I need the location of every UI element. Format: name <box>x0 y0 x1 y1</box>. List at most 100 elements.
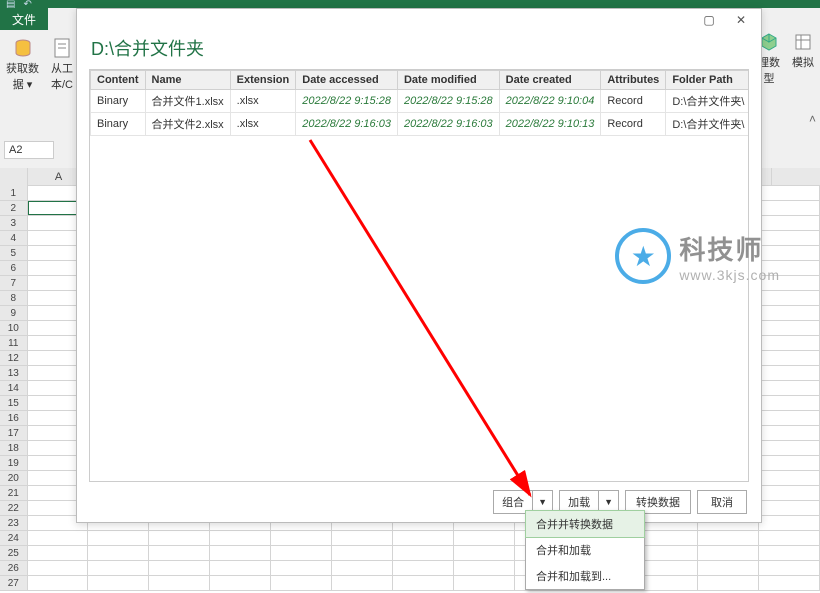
column-header[interactable]: Date accessed <box>296 71 398 90</box>
row-header[interactable]: 15 <box>0 396 28 410</box>
row-header[interactable]: 25 <box>0 546 28 560</box>
cell[interactable] <box>210 561 271 575</box>
cell[interactable] <box>759 576 820 590</box>
cell[interactable] <box>28 546 89 560</box>
row-header[interactable]: 17 <box>0 426 28 440</box>
cell[interactable] <box>393 546 454 560</box>
row-header[interactable]: 1 <box>0 186 28 200</box>
row-header[interactable]: 9 <box>0 306 28 320</box>
cell[interactable] <box>759 426 820 440</box>
cell[interactable] <box>759 306 820 320</box>
cell[interactable] <box>759 411 820 425</box>
column-header[interactable]: Attributes <box>601 71 666 90</box>
cell[interactable] <box>759 201 820 215</box>
cell[interactable] <box>393 531 454 545</box>
chevron-down-icon[interactable]: ▼ <box>599 494 618 510</box>
menu-item-combine-load-to[interactable]: 合并和加载到... <box>526 563 644 589</box>
cell[interactable] <box>759 546 820 560</box>
cell[interactable] <box>271 546 332 560</box>
menu-item-combine-transform[interactable]: 合并并转换数据 <box>525 510 645 538</box>
cell[interactable] <box>88 561 149 575</box>
cell[interactable] <box>28 531 89 545</box>
cell[interactable] <box>759 516 820 530</box>
row-header[interactable]: 3 <box>0 216 28 230</box>
cell[interactable] <box>332 576 393 590</box>
from-text-button[interactable]: 从工 本/C <box>49 36 75 94</box>
cell[interactable] <box>759 501 820 515</box>
column-header[interactable]: Date modified <box>397 71 499 90</box>
cell[interactable] <box>454 561 515 575</box>
what-if-button[interactable]: 模拟 <box>790 30 816 88</box>
row-header[interactable]: 8 <box>0 291 28 305</box>
cell[interactable] <box>149 561 210 575</box>
table-row[interactable]: Binary合并文件1.xlsx.xlsx2022/8/22 9:15:2820… <box>91 90 750 113</box>
row-header[interactable]: 16 <box>0 411 28 425</box>
cell[interactable] <box>332 546 393 560</box>
cell[interactable] <box>759 186 820 200</box>
cell[interactable] <box>759 276 820 290</box>
cell[interactable] <box>271 576 332 590</box>
cell[interactable] <box>454 546 515 560</box>
cell[interactable] <box>698 576 759 590</box>
row-header[interactable]: 24 <box>0 531 28 545</box>
cell[interactable] <box>698 546 759 560</box>
cell[interactable] <box>759 336 820 350</box>
cell[interactable] <box>698 561 759 575</box>
row-header[interactable]: 12 <box>0 351 28 365</box>
column-header[interactable]: Folder Path <box>666 71 749 90</box>
cell[interactable] <box>759 291 820 305</box>
cell[interactable] <box>759 561 820 575</box>
row-header[interactable]: 27 <box>0 576 28 590</box>
cell[interactable] <box>637 531 698 545</box>
maximize-button[interactable]: ▢ <box>695 11 723 29</box>
cell[interactable] <box>454 576 515 590</box>
cell[interactable] <box>88 546 149 560</box>
row-header[interactable]: 11 <box>0 336 28 350</box>
cell[interactable] <box>759 396 820 410</box>
cell[interactable] <box>759 531 820 545</box>
close-button[interactable]: ✕ <box>727 11 755 29</box>
column-header[interactable]: Name <box>145 71 230 90</box>
chevron-down-icon[interactable]: ▼ <box>533 494 552 510</box>
cell[interactable] <box>759 261 820 275</box>
table-row[interactable]: Binary合并文件2.xlsx.xlsx2022/8/22 9:16:0320… <box>91 113 750 136</box>
row-header[interactable]: 23 <box>0 516 28 530</box>
row-header[interactable]: 21 <box>0 486 28 500</box>
cell[interactable] <box>759 381 820 395</box>
column-header[interactable]: Date created <box>499 71 601 90</box>
cell[interactable] <box>759 321 820 335</box>
cell[interactable] <box>393 561 454 575</box>
cell[interactable] <box>210 546 271 560</box>
row-header[interactable]: 5 <box>0 246 28 260</box>
cell[interactable] <box>271 561 332 575</box>
cell[interactable] <box>637 546 698 560</box>
collapse-ribbon-icon[interactable]: ˄ <box>809 112 816 126</box>
cell[interactable] <box>149 531 210 545</box>
cell[interactable] <box>28 576 89 590</box>
row-header[interactable]: 18 <box>0 441 28 455</box>
cell[interactable] <box>637 561 698 575</box>
cancel-button[interactable]: 取消 <box>697 490 747 514</box>
cell[interactable] <box>149 576 210 590</box>
select-all-corner[interactable] <box>0 168 28 186</box>
row-header[interactable]: 19 <box>0 456 28 470</box>
cell[interactable] <box>88 576 149 590</box>
cell[interactable] <box>454 531 515 545</box>
cell[interactable] <box>149 546 210 560</box>
preview-table[interactable]: ContentNameExtensionDate accessedDate mo… <box>90 70 749 136</box>
cell[interactable] <box>28 561 89 575</box>
menu-item-combine-load[interactable]: 合并和加载 <box>526 537 644 563</box>
cell[interactable] <box>759 441 820 455</box>
column-header[interactable]: Extension <box>230 71 296 90</box>
cell[interactable] <box>332 561 393 575</box>
get-data-button[interactable]: 获取数 据 ▾ <box>4 36 41 94</box>
cell[interactable] <box>759 471 820 485</box>
file-tab[interactable]: 文件 <box>0 8 48 30</box>
cell[interactable] <box>271 531 332 545</box>
cell[interactable] <box>393 576 454 590</box>
cell[interactable] <box>759 231 820 245</box>
cell[interactable] <box>759 246 820 260</box>
row-header[interactable]: 4 <box>0 231 28 245</box>
name-box[interactable] <box>4 141 54 159</box>
cell[interactable] <box>210 531 271 545</box>
